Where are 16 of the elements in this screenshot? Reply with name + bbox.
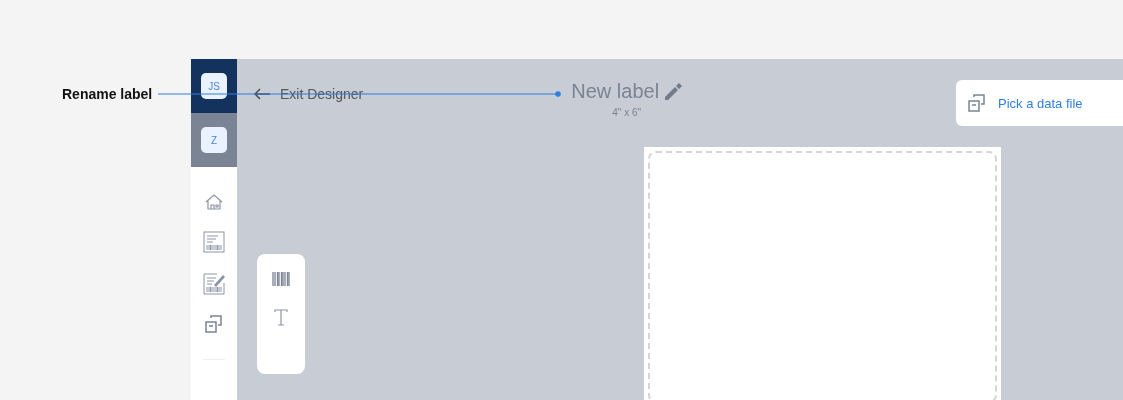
label-title[interactable]: New label xyxy=(571,80,660,103)
label-size: 4" x 6" xyxy=(612,107,642,118)
text-tool-icon[interactable] xyxy=(274,309,288,326)
pick-data-file-button[interactable]: Pick a data file xyxy=(956,80,1123,126)
account-tab[interactable]: JS xyxy=(191,59,237,113)
edit-label-icon[interactable] xyxy=(203,273,225,295)
barcode-icon[interactable] xyxy=(272,272,290,286)
account-tab[interactable]: Z xyxy=(191,113,237,167)
annotation-text: Rename label xyxy=(62,86,153,102)
account-badge: Z xyxy=(201,127,227,153)
pencil-icon[interactable] xyxy=(665,83,683,100)
data-link-icon[interactable] xyxy=(205,315,223,333)
barcode-label-icon[interactable] xyxy=(203,231,225,253)
data-link-icon xyxy=(968,94,986,112)
account-badge: JS xyxy=(201,73,227,99)
home-icon[interactable] xyxy=(204,193,224,211)
